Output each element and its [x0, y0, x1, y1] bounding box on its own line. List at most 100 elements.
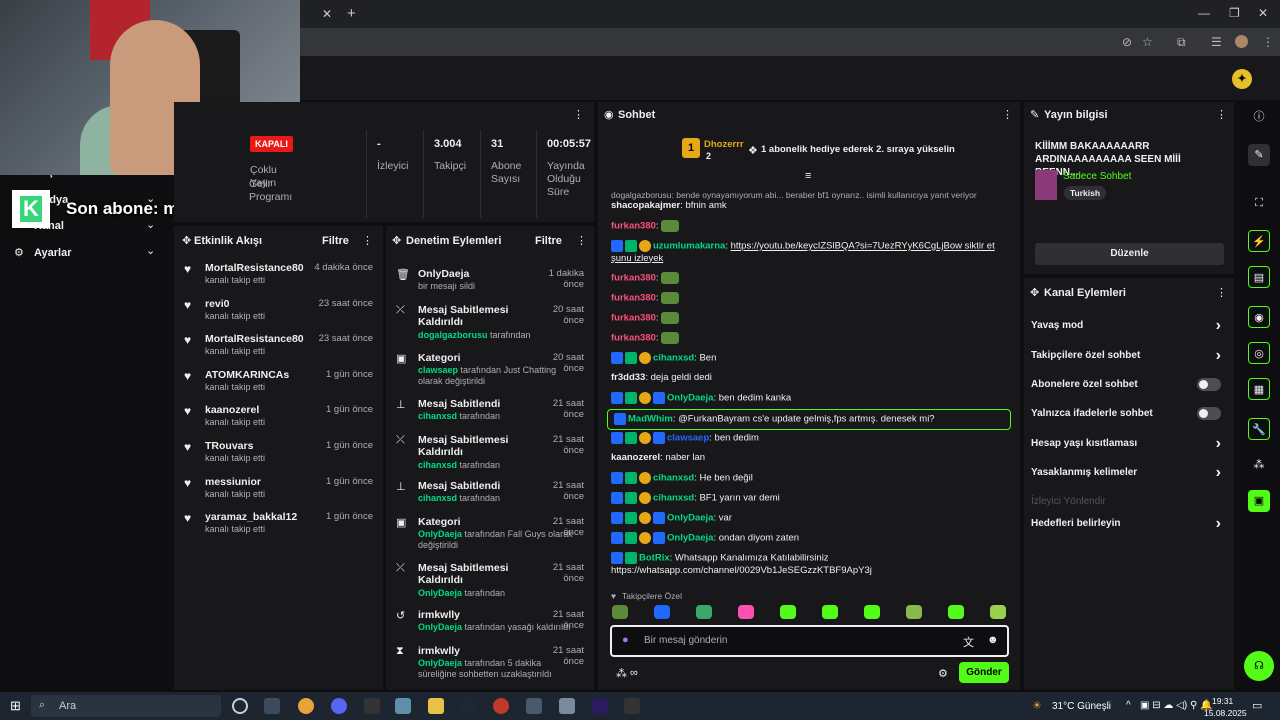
moderation-actor[interactable]: OnlyDaeja	[418, 622, 462, 632]
chat-username[interactable]: shacopakajmer	[611, 200, 680, 211]
more-options-icon[interactable]: ⋮	[1216, 286, 1227, 299]
more-options-icon[interactable]: ⋮	[573, 108, 584, 121]
gift-cta[interactable]: 1 abonelik hediye ederek 2. sıraya yükse…	[761, 144, 955, 155]
cortana-icon[interactable]	[232, 698, 248, 714]
nav-item-settings[interactable]: Ayarlar	[34, 247, 72, 259]
moderation-item[interactable]: ⤫ Mesaj Sabitlemesi Kaldırıldı cihanxsd ta…	[386, 430, 594, 470]
moderation-item[interactable]: ⤫ Mesaj Sabitlemesi Kaldırıldı OnlyDaeja t…	[386, 558, 594, 598]
activity-user[interactable]: messiunior	[205, 476, 261, 488]
layout-icon[interactable]: ▦	[1248, 378, 1270, 400]
pinned-collapse-icon[interactable]: ≡	[805, 170, 811, 182]
extensions-icon[interactable]: ⧉	[1177, 35, 1186, 50]
emote-button[interactable]	[780, 605, 796, 619]
tray-chevron-icon[interactable]: ^	[1126, 700, 1131, 711]
chat-username[interactable]: OnlyDaeja	[667, 533, 713, 544]
chat-username[interactable]: uzumlumakarna	[653, 241, 725, 252]
activity-item[interactable]: ♥ yaramaz_bakkal12 kanalı takip etti 1 gün …	[174, 507, 383, 541]
chevron-right-icon[interactable]: ›	[1216, 347, 1221, 365]
chat-username[interactable]: furkan380	[611, 333, 656, 344]
moderation-actor[interactable]: OnlyDaeja	[418, 529, 462, 539]
chat-username[interactable]: cihanxsd	[653, 473, 694, 484]
activity-user[interactable]: MortalResistance80	[205, 333, 304, 345]
channel-action-item[interactable]: Hesap yaşı kısıtlaması ›	[1031, 435, 1227, 452]
microphone-icon[interactable]: ●	[622, 634, 629, 646]
chat-username[interactable]: furkan380	[611, 273, 656, 284]
document-icon[interactable]: ▤	[1248, 266, 1270, 288]
drag-handle-icon[interactable]: ✥	[392, 234, 401, 247]
chevron-right-icon[interactable]: ›	[1216, 515, 1221, 533]
reading-list-icon[interactable]: ☰	[1211, 35, 1222, 49]
moderation-actor[interactable]: OnlyDaeja	[418, 588, 462, 598]
drag-handle-icon[interactable]: ✥	[182, 234, 191, 247]
activity-filter-button[interactable]: Filtre	[322, 235, 349, 247]
more-options-icon[interactable]: ⋮	[1216, 108, 1227, 121]
edit-stream-button[interactable]: Düzenle	[1035, 243, 1224, 265]
emote-button[interactable]	[990, 605, 1006, 619]
maximize-icon[interactable]: ❐	[1229, 6, 1240, 20]
category-link[interactable]: Sadece Sohbet	[1063, 171, 1131, 182]
bookmark-star-icon[interactable]: ☆	[1142, 35, 1153, 49]
chevron-right-icon[interactable]: ›	[1216, 317, 1221, 335]
lightning-icon[interactable]: ⚡	[1248, 230, 1270, 252]
taskbar-search[interactable]: ⌕ Ara	[31, 695, 221, 717]
channel-action-item[interactable]: Hedefleri belirleyin ›	[1031, 515, 1227, 532]
notification-icon[interactable]: ▭	[1252, 699, 1262, 712]
chat-username[interactable]: BotRix	[639, 553, 670, 564]
user-menu-avatar[interactable]: ✦	[1232, 69, 1252, 89]
more-options-icon[interactable]: ⋮	[362, 234, 373, 247]
chat-username[interactable]: OnlyDaeja	[667, 393, 713, 404]
support-icon[interactable]: ☊	[1244, 651, 1274, 681]
activity-item[interactable]: ♥ MortalResistance80 kanalı takip etti 23 s…	[174, 329, 383, 363]
chat-input[interactable]: ● Bir mesaj gönderin 文 ☻	[610, 625, 1009, 657]
activity-item[interactable]: ♥ TRouvars kanalı takip etti 1 gün önce	[174, 436, 383, 470]
clock-date[interactable]: 15.08.2025	[1204, 708, 1247, 718]
chat-username[interactable]: kaanozerel	[611, 452, 660, 463]
chat-username[interactable]: furkan380	[611, 313, 656, 324]
activity-user[interactable]: yaramaz_bakkal12	[205, 511, 297, 523]
channel-action-item[interactable]: Yalnızca ifadelerle sohbet	[1031, 407, 1227, 420]
chat-username[interactable]: cihanxsd	[653, 353, 694, 364]
minimize-icon[interactable]: —	[1198, 6, 1210, 20]
emote-button[interactable]	[654, 605, 670, 619]
steam-icon[interactable]	[460, 698, 476, 714]
chrome-icon[interactable]	[298, 698, 314, 714]
more-options-icon[interactable]: ⋮	[576, 234, 587, 247]
moderation-item[interactable]: ⧗ irmkwlly OnlyDaeja tarafından 5 dakika s…	[386, 641, 594, 681]
new-tab-icon[interactable]: +	[347, 5, 356, 22]
chat-settings-icon[interactable]: ⚙	[938, 667, 948, 680]
clapperboard-icon[interactable]: ▣	[1248, 490, 1270, 512]
moderation-actor[interactable]: clawsaep	[418, 365, 458, 375]
emote-button[interactable]	[696, 605, 712, 619]
info-icon[interactable]: ⓘ	[1248, 106, 1270, 128]
clock-time[interactable]: 19:31	[1212, 696, 1233, 706]
kick-points-icon[interactable]: ⁂	[1248, 454, 1270, 476]
premiere-icon[interactable]	[592, 698, 608, 714]
chevron-right-icon[interactable]: ›	[1216, 435, 1221, 453]
discord-icon[interactable]	[331, 698, 347, 714]
send-button[interactable]: Gönder	[959, 662, 1009, 683]
activity-user[interactable]: kaanozerel	[205, 404, 259, 416]
tray-icons[interactable]: ▣ ⊟ ☁ ◁) ⚲ 🔔	[1140, 700, 1213, 711]
chat-username[interactable]: MadWhim	[628, 414, 673, 425]
moderation-item[interactable]: ↺ irmkwlly OnlyDaeja tarafından yasağı kal…	[386, 605, 594, 645]
moderation-actor[interactable]: cihanxsd	[418, 411, 457, 421]
weather-text[interactable]: 31°C Güneşli	[1052, 701, 1111, 712]
chat-username[interactable]: fr3dd33	[611, 372, 645, 383]
chat-icon[interactable]: ◉	[1248, 306, 1270, 328]
epic-games-icon[interactable]	[364, 698, 380, 714]
activity-item[interactable]: ♥ messiunior kanalı takip etti 1 gün önce	[174, 472, 383, 506]
infinity-icon[interactable]: ∞	[630, 667, 638, 679]
pencil-icon[interactable]: ✎	[1248, 144, 1270, 166]
moderation-filter-button[interactable]: Filtre	[535, 235, 562, 247]
channel-action-item[interactable]: Yasaklanmış kelimeler ›	[1031, 464, 1227, 481]
chevron-down-icon[interactable]: ⌄	[146, 218, 155, 231]
chevron-down-icon[interactable]: ⌄	[146, 244, 155, 257]
moderation-item[interactable]: 🗑 OnlyDaeja bir mesajı sildi 1 dakika önce	[386, 264, 594, 304]
tab-close-icon[interactable]: ✕	[322, 7, 332, 21]
chat-username[interactable]: cihanxsd	[653, 493, 694, 504]
toggle-switch[interactable]	[1197, 378, 1221, 391]
chat-username[interactable]: furkan380	[611, 293, 656, 304]
emote-button[interactable]	[864, 605, 880, 619]
epic-games-icon[interactable]	[624, 698, 640, 714]
activity-item[interactable]: ♥ kaanozerel kanalı takip etti 1 gün önce	[174, 400, 383, 434]
